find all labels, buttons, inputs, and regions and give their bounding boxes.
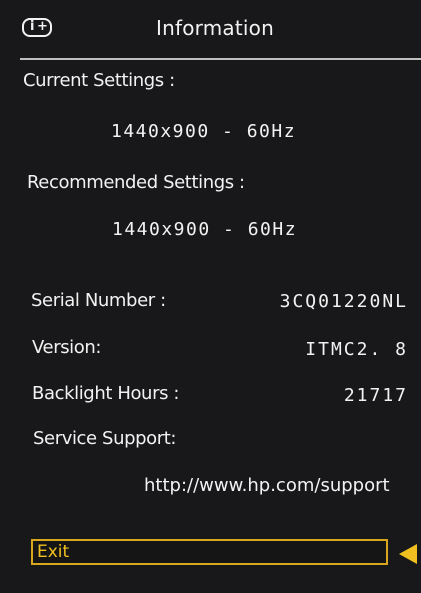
icon-letter: i (30, 19, 35, 34)
version-value: ITMC2. 8 (305, 339, 408, 360)
support-url-text: http://www.hp.com/support (144, 475, 390, 496)
service-support-label: Service Support: (33, 428, 177, 449)
exit-button[interactable]: Exit (31, 539, 388, 565)
icon-plus: + (37, 19, 48, 34)
backlight-hours-label: Backlight Hours : (32, 383, 180, 404)
current-settings-label: Current Settings : (23, 70, 175, 91)
backlight-hours-value: 21717 (343, 385, 408, 406)
serial-number-label: Serial Number : (31, 290, 166, 311)
recommended-settings-label: Recommended Settings : (27, 172, 245, 193)
information-header: i + Information (0, 0, 421, 60)
serial-number-value: 3CQ01220NL (279, 291, 408, 312)
current-settings-value: 1440x900 - 60Hz (111, 121, 297, 142)
left-arrow-icon[interactable] (399, 544, 417, 564)
version-label: Version: (32, 337, 102, 358)
information-plus-icon: i + (22, 18, 52, 37)
page-title: Information (156, 16, 274, 40)
recommended-settings-value: 1440x900 - 60Hz (112, 219, 298, 240)
monitor-information-screen: i + Information Current Settings : 1440x… (0, 0, 421, 593)
exit-label: Exit (37, 542, 70, 562)
header-divider (20, 58, 421, 60)
